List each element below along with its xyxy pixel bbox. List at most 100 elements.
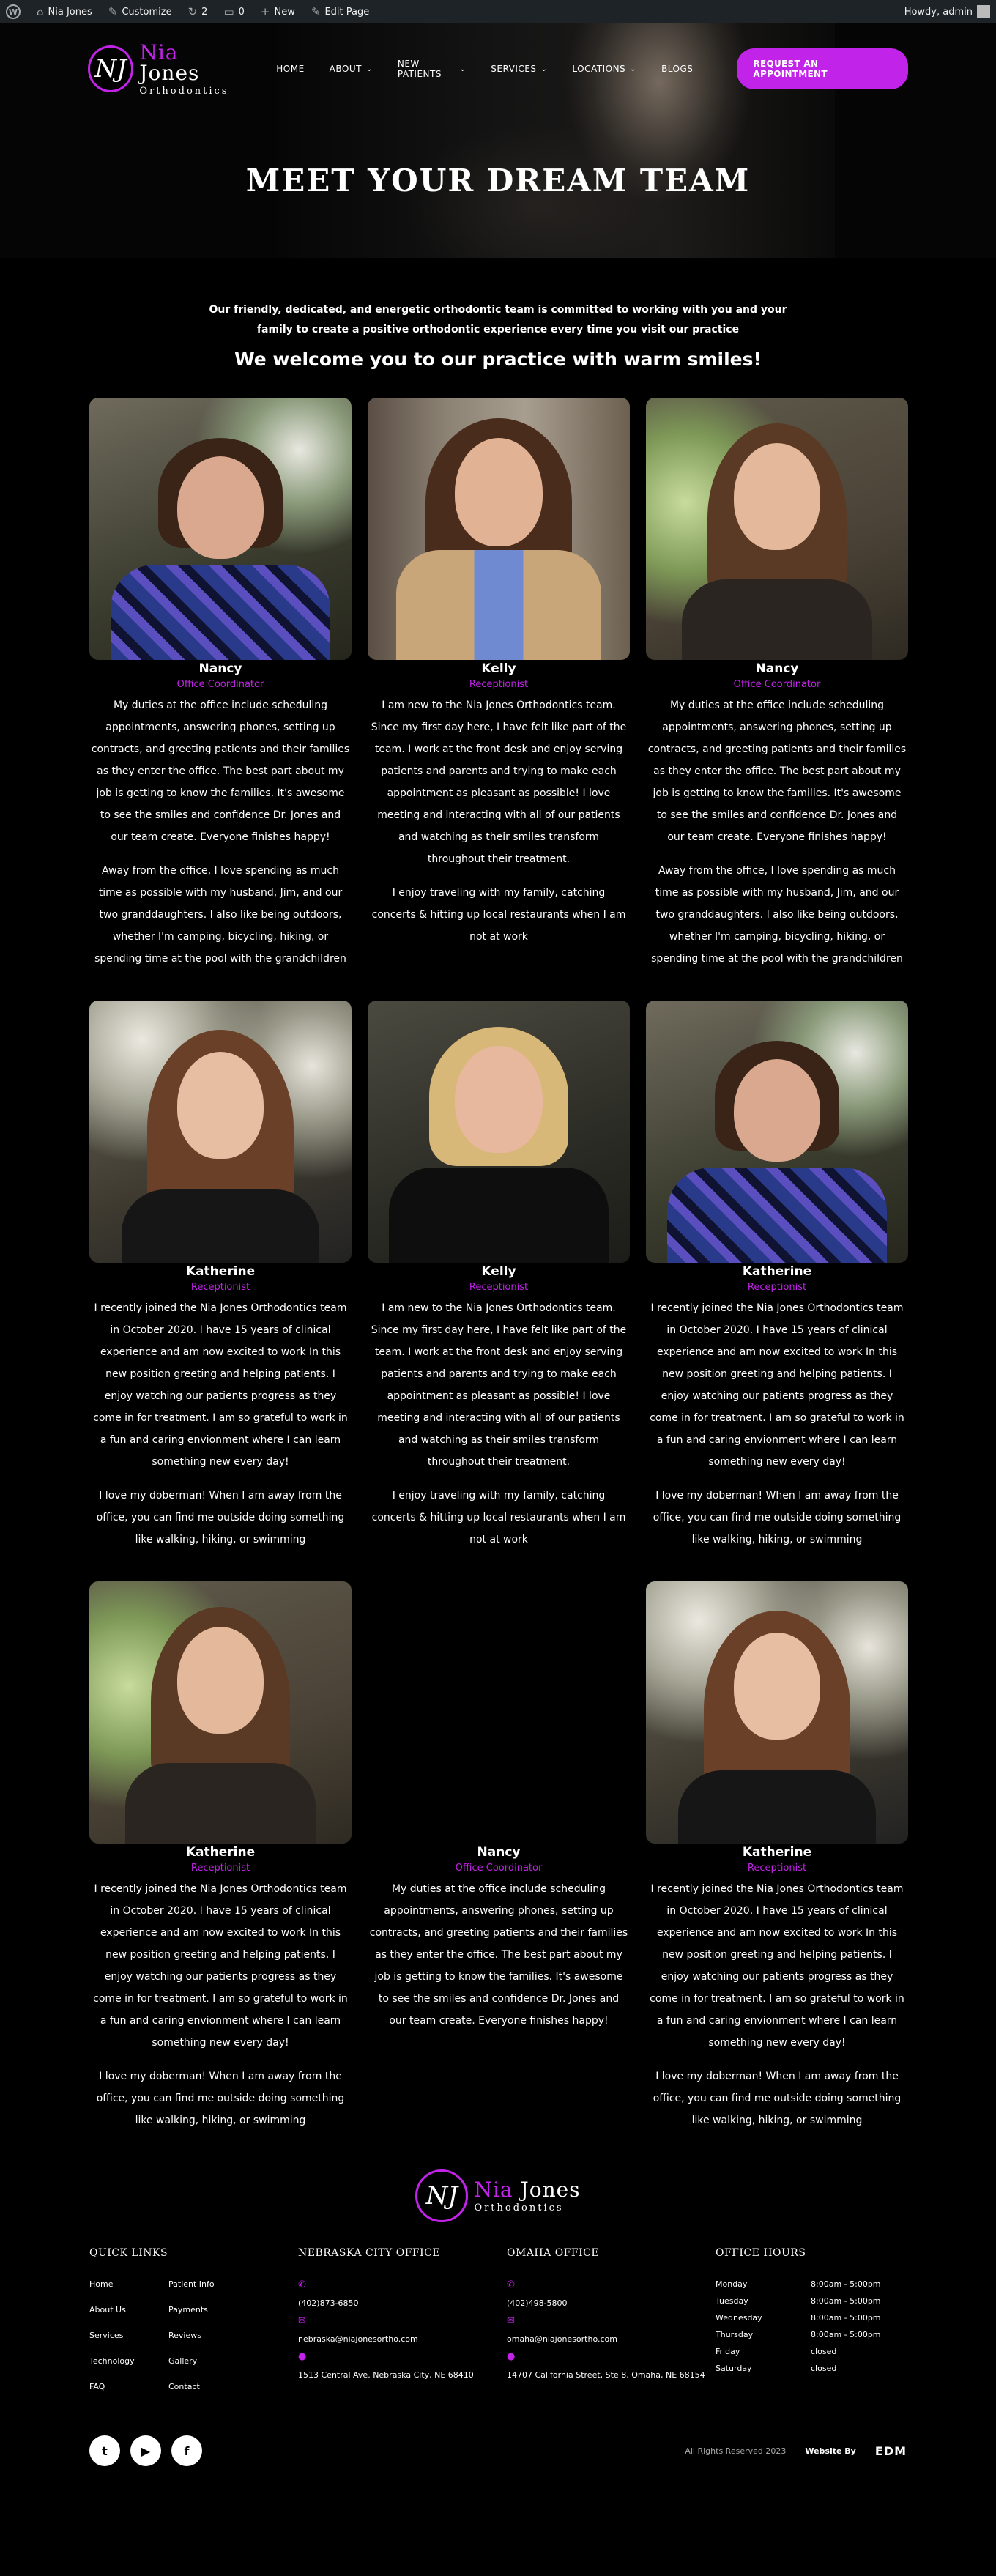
member-name: Nancy <box>477 1845 521 1860</box>
hours-day: Wednesday <box>716 2313 762 2323</box>
logo-name: Nia Jones <box>474 2177 581 2202</box>
wordpress-icon[interactable]: W <box>6 4 21 19</box>
member-role: Receptionist <box>190 1282 250 1293</box>
member-role: Office Coordinator <box>176 679 264 690</box>
chevron-down-icon: ⌄ <box>540 64 548 73</box>
nav-item-locations[interactable]: LOCATIONS ⌄ <box>572 64 636 74</box>
admin-account-link[interactable]: Howdy, admin <box>904 5 990 18</box>
member-bio-personal: I love my doberman! When I am away from … <box>96 2071 345 2126</box>
team-member-card: Nancy Office Coordinator My duties at th… <box>368 1581 630 2131</box>
team-member-photo-placeholder <box>368 1581 630 1844</box>
admin-edit-page-link[interactable]: ✎ Edit Page <box>311 5 369 18</box>
member-name: Katherine <box>742 1264 812 1279</box>
location-pin-icon: ● <box>507 2351 516 2362</box>
omaha-phone[interactable]: (402)498-5800 <box>507 2296 716 2311</box>
welcome-heading: We welcome you to our practice with warm… <box>234 349 762 370</box>
request-appointment-button[interactable]: REQUEST AN APPOINTMENT <box>737 48 908 89</box>
team-member-card: Kelly Receptionist I am new to the Nia J… <box>368 398 630 970</box>
member-role: Office Coordinator <box>733 679 821 690</box>
member-bio: I recently joined the Nia Jones Orthodon… <box>93 1302 348 1468</box>
hours-day: Thursday <box>716 2330 754 2339</box>
nav-item-home[interactable]: HOME <box>276 64 304 74</box>
footer-link-patient-info[interactable]: Patient Info <box>168 2279 248 2289</box>
footer-link-home[interactable]: Home <box>89 2279 168 2289</box>
member-bio: I am new to the Nia Jones Orthodontics t… <box>371 699 627 865</box>
comment-icon: ▭ <box>223 5 234 18</box>
logo-mark: NJ <box>415 2169 469 2222</box>
nebraska-email[interactable]: nebraska@niajonesortho.com <box>298 2332 507 2347</box>
team-member-photo <box>368 398 630 660</box>
footer-link-payments[interactable]: Payments <box>168 2305 248 2315</box>
footer-bottom-bar: t ▶ f All Rights Reserved 2023 Website B… <box>0 2391 996 2510</box>
member-name: Katherine <box>742 1845 812 1860</box>
omaha-email[interactable]: omaha@niajonesortho.com <box>507 2332 716 2347</box>
quick-links-list: Home Patient Info About Us Payments Serv… <box>89 2279 298 2391</box>
member-name: Kelly <box>481 1264 516 1279</box>
intro-text: Our friendly, dedicated, and energetic o… <box>209 304 787 335</box>
footer-link-gallery[interactable]: Gallery <box>168 2356 248 2366</box>
member-bio: My duties at the office include scheduli… <box>369 1883 628 2027</box>
site-logo[interactable]: NJ Nia Jones Orthodontics <box>88 42 242 96</box>
member-role: Receptionist <box>747 1863 807 1874</box>
member-role: Receptionist <box>469 679 529 690</box>
logo-mark: NJ <box>88 45 134 92</box>
logo-subtitle: Orthodontics <box>474 2202 564 2213</box>
admin-customize-link[interactable]: ✎ Customize <box>108 5 172 18</box>
footer-link-faq[interactable]: FAQ <box>89 2382 168 2391</box>
nav-item-new-patients[interactable]: NEW PATIENTS ⌄ <box>398 59 466 79</box>
admin-new-link[interactable]: + New <box>261 5 295 18</box>
team-member-photo <box>646 398 908 660</box>
member-bio-personal: I love my doberman! When I am away from … <box>653 2071 902 2126</box>
brush-icon: ✎ <box>108 5 118 18</box>
intro-section: Our friendly, dedicated, and energetic o… <box>0 258 996 370</box>
nav-item-about[interactable]: ABOUT ⌄ <box>330 64 373 74</box>
nav-item-services[interactable]: SERVICES ⌄ <box>491 64 547 74</box>
refresh-icon: ↻ <box>187 5 198 18</box>
team-member-photo <box>368 1001 630 1263</box>
site-footer: NJ Nia Jones Orthodontics QUICK LINKS Ho… <box>0 2162 996 2510</box>
admin-comments-link[interactable]: ▭ 0 <box>223 5 244 18</box>
nebraska-office-column: NEBRASKA CITY OFFICE ✆ (402)873-6850 ✉ n… <box>298 2247 507 2391</box>
main-nav: NJ Nia Jones Orthodontics HOME ABOUT ⌄ NE… <box>0 40 996 98</box>
phone-icon: ✆ <box>507 2279 515 2290</box>
avatar <box>977 5 990 18</box>
footer-link-contact[interactable]: Contact <box>168 2382 248 2391</box>
nav-item-blogs[interactable]: BLOGS <box>661 64 693 74</box>
facebook-icon[interactable]: f <box>171 2435 202 2466</box>
footer-link-about-us[interactable]: About Us <box>89 2305 168 2315</box>
team-member-card: Nancy Office Coordinator My duties at th… <box>646 398 908 970</box>
team-member-photo <box>646 1581 908 1844</box>
admin-updates-link[interactable]: ↻ 2 <box>188 5 208 18</box>
agency-logo[interactable]: EDM <box>875 2444 907 2458</box>
office-hours-table: Monday 8:00am - 5:00pm Tuesday 8:00am - 5:… <box>716 2279 913 2373</box>
team-grid: Nancy Office Coordinator My duties at th… <box>0 370 996 2162</box>
footer-link-services[interactable]: Services <box>89 2331 168 2340</box>
admin-site-link[interactable]: ⌂ Nia Jones <box>37 5 92 18</box>
footer-link-technology[interactable]: Technology <box>89 2356 168 2366</box>
nebraska-address[interactable]: 1513 Central Ave. Nebraska City, NE 6841… <box>298 2368 507 2383</box>
member-name: Nancy <box>755 661 799 676</box>
team-member-card: Kelly Receptionist I am new to the Nia J… <box>368 1001 630 1551</box>
team-member-card: Katherine Receptionist I recently joined… <box>89 1001 352 1551</box>
copyright-text: All Rights Reserved 2023 <box>685 2446 787 2456</box>
twitter-icon[interactable]: t <box>89 2435 120 2466</box>
member-bio-personal: I enjoy traveling with my family, catchi… <box>371 887 626 943</box>
logo-subtitle: Orthodontics <box>139 85 229 97</box>
team-member-photo <box>646 1001 908 1263</box>
hours-time: closed <box>811 2347 837 2356</box>
team-member-card: Katherine Receptionist I recently joined… <box>646 1001 908 1551</box>
youtube-icon[interactable]: ▶ <box>130 2435 161 2466</box>
page-title: MEET YOUR DREAM TEAM <box>245 163 751 198</box>
website-by-label: Website By <box>805 2446 856 2456</box>
nebraska-phone[interactable]: (402)873-6850 <box>298 2296 507 2311</box>
footer-link-reviews[interactable]: Reviews <box>168 2331 248 2340</box>
footer-logo[interactable]: NJ Nia Jones Orthodontics <box>0 2169 996 2222</box>
member-role: Receptionist <box>190 1863 250 1874</box>
omaha-office-column: OMAHA OFFICE ✆ (402)498-5800 ✉ omaha@nia… <box>507 2247 716 2391</box>
hours-time: 8:00am - 5:00pm <box>811 2296 881 2306</box>
member-role: Office Coordinator <box>455 1863 543 1874</box>
member-bio: I recently joined the Nia Jones Orthodon… <box>650 1302 904 1468</box>
nav-menu: HOME ABOUT ⌄ NEW PATIENTS ⌄ SERVICES ⌄ LOCA… <box>276 59 693 79</box>
omaha-address[interactable]: 14707 California Street, Ste 8, Omaha, N… <box>507 2368 716 2383</box>
chevron-down-icon: ⌄ <box>459 64 467 73</box>
